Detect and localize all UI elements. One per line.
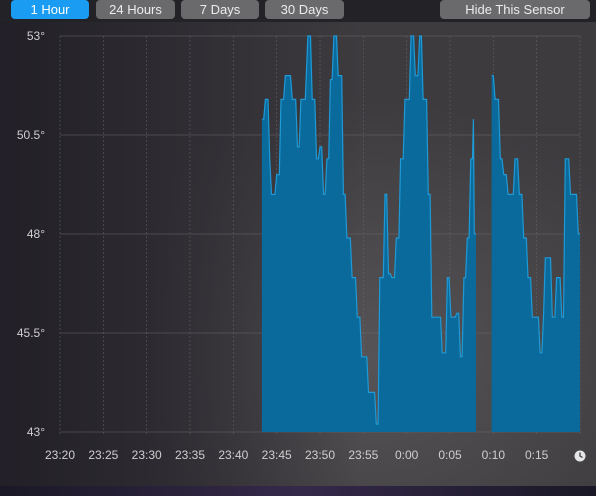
range-7-days-button[interactable]: 7 Days	[181, 0, 259, 19]
x-tick-label: 23:20	[45, 448, 75, 462]
x-tick-label: 0:05	[438, 448, 462, 462]
y-tick-label: 48°	[27, 227, 45, 241]
x-tick-label: 0:15	[525, 448, 549, 462]
temperature-chart: 53° 50.5° 48° 45.5° 43° 23:20 23:25 23:30 23:35…	[0, 22, 596, 486]
window-bottom-edge	[0, 486, 596, 496]
x-tick-label: 23:45	[262, 448, 292, 462]
x-tick-label: 23:40	[218, 448, 248, 462]
y-tick-label: 43°	[27, 425, 45, 439]
x-tick-label: 0:00	[395, 448, 419, 462]
x-tick-label: 23:55	[348, 448, 378, 462]
y-tick-label: 53°	[27, 29, 45, 43]
y-tick-label: 50.5°	[17, 128, 45, 142]
range-1-hour-button[interactable]: 1 Hour	[11, 0, 89, 19]
toolbar: 1 Hour 24 Hours 7 Days 30 Days Hide This…	[0, 0, 596, 22]
x-tick-label: 23:30	[132, 448, 162, 462]
y-tick-label: 45.5°	[17, 326, 45, 340]
x-tick-label: 23:50	[305, 448, 335, 462]
x-tick-label: 23:35	[175, 448, 205, 462]
range-24-hours-button[interactable]: 24 Hours	[96, 0, 175, 19]
hide-sensor-button[interactable]: Hide This Sensor	[440, 0, 590, 19]
range-30-days-button[interactable]: 30 Days	[265, 0, 344, 19]
clock-icon[interactable]	[574, 450, 586, 462]
x-tick-label: 0:10	[482, 448, 506, 462]
x-tick-label: 23:25	[88, 448, 118, 462]
